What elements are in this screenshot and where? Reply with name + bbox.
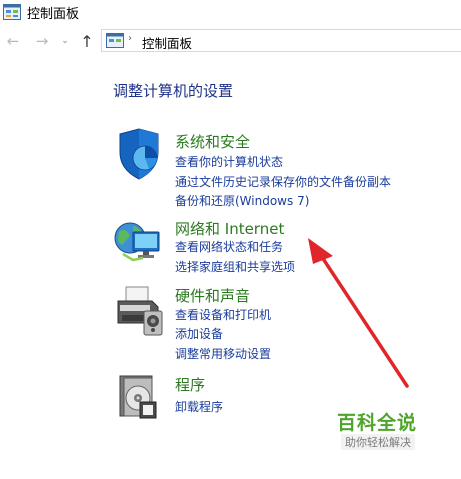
link-add-device[interactable]: 添加设备 bbox=[175, 325, 223, 342]
section-title-hardware-sound[interactable]: 硬件和声音 bbox=[175, 285, 250, 306]
navigation-bar: ← → ⌄ ↑ › 控制面板 bbox=[0, 29, 461, 55]
link-view-network-status[interactable]: 查看网络状态和任务 bbox=[175, 238, 283, 255]
section-title-system-security[interactable]: 系统和安全 bbox=[175, 131, 250, 152]
back-arrow-icon[interactable]: ← bbox=[4, 32, 22, 50]
control-panel-icon bbox=[106, 33, 124, 48]
address-bar[interactable]: › 控制面板 bbox=[101, 29, 461, 52]
section-title-programs[interactable]: 程序 bbox=[175, 374, 205, 395]
link-homegroup-sharing[interactable]: 选择家庭组和共享选项 bbox=[175, 258, 295, 275]
network-globe-icon[interactable] bbox=[113, 218, 163, 266]
watermark-subtitle: 助你轻松解决 bbox=[341, 434, 415, 450]
control-panel-icon bbox=[3, 4, 21, 20]
link-file-history-backup[interactable]: 通过文件历史记录保存你的文件备份副本 bbox=[175, 173, 391, 190]
up-arrow-icon[interactable]: ↑ bbox=[78, 32, 96, 51]
watermark-title: 百科全说 bbox=[337, 412, 418, 434]
forward-arrow-icon[interactable]: → bbox=[33, 32, 51, 50]
section-title-network-internet[interactable]: 网络和 Internet bbox=[175, 218, 284, 239]
page-title: 调整计算机的设置 bbox=[113, 82, 234, 100]
link-devices-printers[interactable]: 查看设备和打印机 bbox=[175, 306, 271, 323]
link-mobility-settings[interactable]: 调整常用移动设置 bbox=[175, 345, 271, 362]
recent-locations-chevron-icon[interactable]: ⌄ bbox=[59, 32, 71, 50]
window-title: 控制面板 bbox=[27, 7, 80, 22]
link-backup-restore[interactable]: 备份和还原(Windows 7) bbox=[175, 192, 309, 209]
breadcrumb-separator-icon[interactable]: › bbox=[128, 33, 132, 44]
programs-disc-icon[interactable] bbox=[116, 374, 162, 420]
link-view-computer-status[interactable]: 查看你的计算机状态 bbox=[175, 153, 283, 170]
shield-icon[interactable] bbox=[114, 128, 164, 180]
title-bar: 控制面板 bbox=[0, 0, 461, 26]
breadcrumb-control-panel[interactable]: 控制面板 bbox=[142, 33, 192, 52]
printer-icon[interactable] bbox=[114, 285, 164, 337]
link-uninstall-program[interactable]: 卸载程序 bbox=[175, 398, 223, 415]
